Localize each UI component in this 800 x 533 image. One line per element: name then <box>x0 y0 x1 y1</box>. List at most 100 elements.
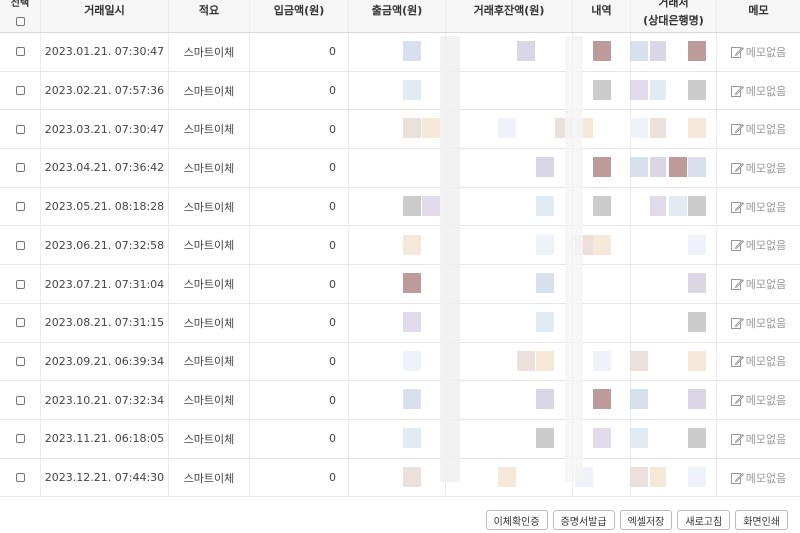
row-summary: 스마트이체 <box>168 187 249 226</box>
row-select-cell <box>0 304 40 342</box>
table-row[interactable]: 2023.11.21. 06:18:05 스마트이체 0 메모없음 <box>0 420 800 459</box>
memo-link[interactable]: 메모없음 <box>730 237 786 253</box>
row-deposit: 0 <box>249 149 348 187</box>
select-all-checkbox[interactable] <box>15 16 25 26</box>
memo-link[interactable]: 메모없음 <box>730 44 787 60</box>
redacted-block <box>403 273 421 294</box>
redacted-block <box>593 195 611 216</box>
certificate-button[interactable]: 증명서발급 <box>552 510 615 530</box>
table-row[interactable]: 2023.05.21. 08:18:28 스마트이체 0 메모없음 <box>0 187 800 227</box>
row-deposit: 0 <box>249 265 348 303</box>
redacted-block <box>536 428 554 448</box>
header-balance[interactable]: 거래후잔액(원) <box>445 0 572 32</box>
row-checkbox[interactable] <box>15 202 25 212</box>
header-counterpart[interactable]: 거래처 (상대은행명) <box>630 0 716 32</box>
row-select-cell <box>0 72 40 110</box>
row-checkbox[interactable] <box>15 86 25 96</box>
memo-text: 메모없음 <box>745 161 787 175</box>
memo-link[interactable]: 메모없음 <box>730 470 787 486</box>
table-row[interactable]: 2023.02.21. 07:57:36 스마트이체 0 메모없음 <box>0 71 800 111</box>
row-memo-cell[interactable]: 메모없음 <box>716 71 800 110</box>
row-checkbox[interactable] <box>15 240 25 250</box>
row-balance <box>445 71 572 110</box>
row-date: 2023.02.21. 07:57:36 <box>40 71 168 110</box>
memo-link[interactable]: 메모없음 <box>730 315 786 331</box>
redacted-block <box>536 311 554 332</box>
memo-link[interactable]: 메모없음 <box>730 199 786 215</box>
row-memo-cell[interactable]: 메모없음 <box>716 226 800 265</box>
table-row[interactable]: 2023.10.21. 07:32:34 스마트이체 0 메모없음 <box>0 381 800 420</box>
table-row[interactable]: 2023.03.21. 07:30:47 스마트이체 0 메모없음 <box>0 110 800 150</box>
memo-link[interactable]: 메모없음 <box>730 392 786 408</box>
table-row[interactable]: 2023.08.21. 07:31:15 스마트이체 0 메모없음 <box>0 303 800 343</box>
row-memo-cell[interactable]: 메모없음 <box>716 420 800 458</box>
row-summary: 스마트이체 <box>168 420 249 458</box>
row-withdrawal <box>348 71 445 110</box>
table-row[interactable]: 2023.06.21. 07:32:58 스마트이체 0 메모없음 <box>0 226 800 266</box>
header-counterpart-top: 거래처 <box>658 0 689 9</box>
row-memo-cell[interactable]: 메모없음 <box>716 381 800 419</box>
row-checkbox[interactable] <box>15 318 25 328</box>
header-summary[interactable]: 적요 <box>168 0 249 32</box>
table-row[interactable]: 2023.12.21. 07:44:30 스마트이체 0 메모없음 <box>0 458 800 498</box>
row-memo-cell[interactable]: 메모없음 <box>716 33 800 71</box>
redacted-block <box>517 350 535 371</box>
header-withdrawal[interactable]: 출금액(원) <box>348 0 445 32</box>
refresh-button[interactable]: 새로고침 <box>677 510 731 530</box>
row-checkbox[interactable] <box>15 163 25 173</box>
row-memo-cell[interactable]: 메모없음 <box>716 303 800 342</box>
edit-note-icon <box>730 356 744 368</box>
row-memo-cell[interactable]: 메모없음 <box>716 149 800 187</box>
redacted-block <box>688 234 706 255</box>
header-counterpart-label: (상대은행명) <box>643 14 704 27</box>
memo-text: 메모없음 <box>745 471 787 485</box>
header-deposit[interactable]: 입금액(원) <box>249 0 348 32</box>
row-deposit: 0 <box>249 187 348 226</box>
memo-text: 메모없음 <box>745 123 787 137</box>
row-checkbox[interactable] <box>15 124 25 134</box>
row-checkbox[interactable] <box>15 356 25 366</box>
excel-save-button[interactable]: 엑셀저장 <box>619 510 673 530</box>
row-checkbox[interactable] <box>15 473 25 483</box>
row-deposit: 0 <box>249 420 348 458</box>
table-row[interactable]: 2023.07.21. 07:31:04 스마트이체 0 메모없음 <box>0 265 800 304</box>
row-withdrawal <box>348 381 445 419</box>
row-summary: 스마트이체 <box>168 33 249 71</box>
table-row[interactable]: 2023.09.21. 06:39:34 스마트이체 0 메모없음 <box>0 342 800 382</box>
memo-link[interactable]: 메모없음 <box>730 121 787 137</box>
row-checkbox[interactable] <box>15 279 25 289</box>
row-checkbox[interactable] <box>15 434 25 444</box>
redacted-block <box>593 41 611 61</box>
row-memo-cell[interactable]: 메모없음 <box>716 187 800 226</box>
transfer-confirm-button[interactable]: 이체확인증 <box>485 510 548 530</box>
row-select-cell <box>0 227 40 265</box>
print-screen-button[interactable]: 화면인쇄 <box>735 510 788 530</box>
row-memo-cell[interactable]: 메모없음 <box>716 458 800 497</box>
header-detail[interactable]: 내역 <box>572 0 630 32</box>
row-checkbox[interactable] <box>15 395 25 405</box>
header-date[interactable]: 거래일시 <box>40 0 168 32</box>
memo-link[interactable]: 메모없음 <box>730 83 787 99</box>
memo-link[interactable]: 메모없음 <box>730 160 787 176</box>
redacted-block <box>403 41 421 61</box>
row-checkbox[interactable] <box>15 47 25 57</box>
redacted-block <box>403 428 421 448</box>
table-row[interactable]: 2023.04.21. 07:36:42 스마트이체 0 메모없음 <box>0 149 800 188</box>
redacted-block <box>403 350 421 371</box>
row-memo-cell[interactable]: 메모없음 <box>716 110 800 149</box>
memo-link[interactable]: 메모없음 <box>730 431 786 447</box>
redacted-block <box>688 428 706 448</box>
memo-link[interactable]: 메모없음 <box>730 276 786 292</box>
row-memo-cell[interactable]: 메모없음 <box>716 342 800 381</box>
redacted-block <box>669 157 687 178</box>
row-memo-cell[interactable]: 메모없음 <box>716 265 800 303</box>
row-balance <box>445 33 572 71</box>
memo-text: 메모없음 <box>745 84 787 98</box>
memo-link[interactable]: 메모없음 <box>730 353 786 369</box>
row-select-cell <box>0 381 40 419</box>
redacted-block <box>422 195 440 216</box>
table-row[interactable]: 2023.01.21. 07:30:47 스마트이체 0 메모없음 <box>0 33 800 72</box>
memo-text: 메모없음 <box>745 45 787 59</box>
redacted-block <box>650 79 666 100</box>
redacted-block <box>630 389 648 410</box>
